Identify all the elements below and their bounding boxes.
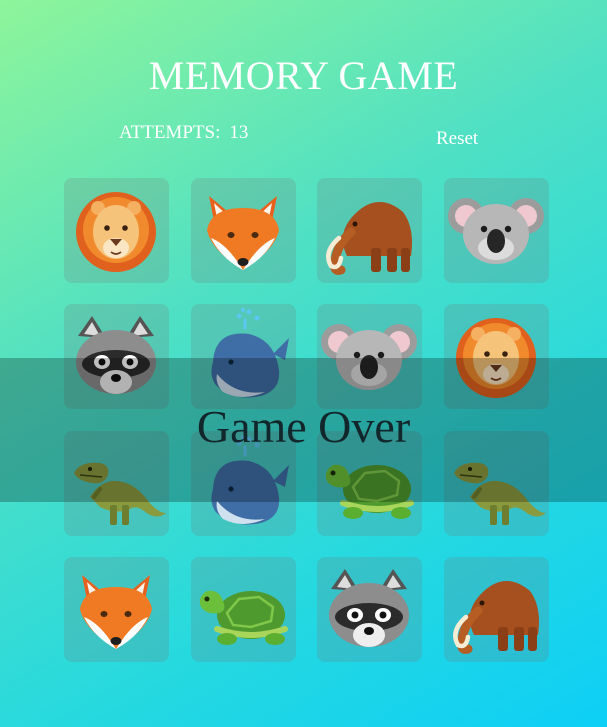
reset-button[interactable]: Reset: [436, 128, 478, 150]
fox-icon: [207, 196, 279, 270]
card-turtle[interactable]: [191, 557, 296, 662]
attempts-label: ATTEMPTS:: [119, 122, 221, 143]
card-fox[interactable]: [64, 557, 169, 662]
card-mammoth[interactable]: [444, 557, 549, 662]
koala-icon: [448, 198, 544, 264]
raccoon-icon: [329, 569, 409, 647]
turtle-icon: [199, 590, 288, 645]
mammoth-icon: [326, 202, 412, 275]
game-over-text: Game Over: [196, 401, 411, 452]
card-mammoth[interactable]: [317, 178, 422, 283]
game-title: MEMORY GAME: [148, 53, 459, 98]
card-lion[interactable]: [64, 178, 169, 283]
fox-icon: [80, 575, 152, 649]
attempts-counter: ATTEMPTS: 13: [119, 122, 248, 144]
card-koala[interactable]: [444, 178, 549, 283]
attempts-value: 13: [229, 122, 249, 143]
card-raccoon[interactable]: [317, 557, 422, 662]
card-fox[interactable]: [191, 178, 296, 283]
lion-icon: [76, 192, 156, 272]
mammoth-icon: [453, 581, 539, 654]
